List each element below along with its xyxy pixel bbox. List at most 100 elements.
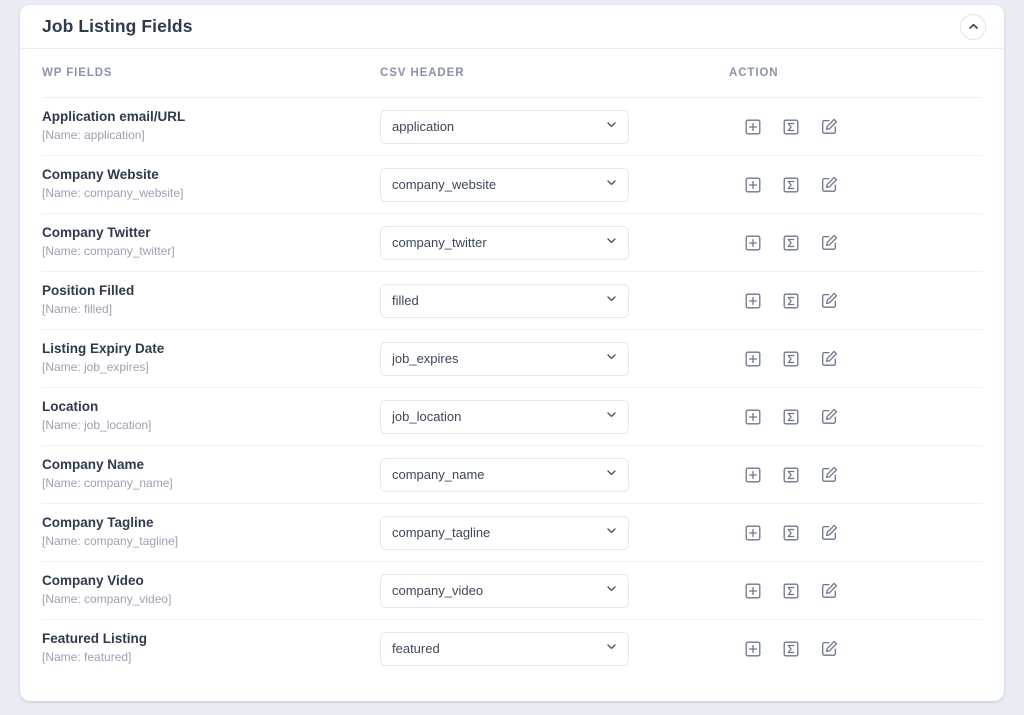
action-cell (729, 523, 982, 543)
chevron-down-icon (605, 640, 618, 658)
action-buttons (729, 581, 982, 601)
edit-button[interactable] (819, 581, 839, 601)
table-row: Company Website [Name: company_website] … (42, 156, 982, 214)
column-header-action: ACTION (729, 67, 982, 79)
sigma-square-icon (782, 176, 800, 194)
wp-field-label: Listing Expiry Date (42, 341, 380, 358)
csv-header-cell: job_expires (380, 342, 729, 376)
csv-header-cell: company_video (380, 574, 729, 608)
plus-square-icon (744, 466, 762, 484)
table-header-row: WP FIELDS CSV HEADER ACTION (42, 49, 982, 98)
add-field-button[interactable] (743, 581, 763, 601)
wp-field-cell: Featured Listing [Name: featured] (42, 631, 380, 665)
chevron-up-icon (967, 20, 980, 33)
add-field-button[interactable] (743, 465, 763, 485)
formula-button[interactable] (781, 581, 801, 601)
csv-header-cell: company_twitter (380, 226, 729, 260)
wp-field-label: Position Filled (42, 283, 380, 300)
csv-header-select[interactable]: company_twitter (380, 226, 629, 260)
add-field-button[interactable] (743, 407, 763, 427)
csv-header-select[interactable]: company_website (380, 168, 629, 202)
csv-header-cell: featured (380, 632, 729, 666)
csv-header-select[interactable]: company_video (380, 574, 629, 608)
table-row: Company Twitter [Name: company_twitter] … (42, 214, 982, 272)
formula-button[interactable] (781, 523, 801, 543)
wp-field-label: Company Tagline (42, 515, 380, 532)
csv-header-select[interactable]: application (380, 110, 629, 144)
wp-field-cell: Company Video [Name: company_video] (42, 573, 380, 607)
action-buttons (729, 291, 982, 311)
plus-square-icon (744, 176, 762, 194)
formula-button[interactable] (781, 233, 801, 253)
edit-button[interactable] (819, 175, 839, 195)
action-buttons (729, 523, 982, 543)
plus-square-icon (744, 118, 762, 136)
csv-header-cell: company_tagline (380, 516, 729, 550)
edit-button[interactable] (819, 291, 839, 311)
add-field-button[interactable] (743, 233, 763, 253)
edit-button[interactable] (819, 233, 839, 253)
edit-button[interactable] (819, 639, 839, 659)
wp-field-cell: Position Filled [Name: filled] (42, 283, 380, 317)
chevron-down-icon (605, 582, 618, 600)
chevron-down-icon (605, 118, 618, 136)
wp-field-label: Company Name (42, 457, 380, 474)
action-cell (729, 581, 982, 601)
formula-button[interactable] (781, 349, 801, 369)
csv-header-cell: company_website (380, 168, 729, 202)
wp-field-name: [Name: company_website] (42, 185, 380, 201)
add-field-button[interactable] (743, 523, 763, 543)
add-field-button[interactable] (743, 175, 763, 195)
formula-button[interactable] (781, 175, 801, 195)
table-body: Application email/URL [Name: application… (42, 98, 982, 677)
csv-header-select[interactable]: filled (380, 284, 629, 318)
formula-button[interactable] (781, 407, 801, 427)
action-buttons (729, 175, 982, 195)
csv-header-select-value: company_twitter (392, 235, 487, 250)
add-field-button[interactable] (743, 117, 763, 137)
pencil-square-icon (820, 175, 839, 194)
formula-button[interactable] (781, 291, 801, 311)
csv-header-select[interactable]: job_expires (380, 342, 629, 376)
formula-button[interactable] (781, 465, 801, 485)
sigma-square-icon (782, 582, 800, 600)
csv-header-select-value: featured (392, 641, 440, 656)
action-cell (729, 233, 982, 253)
pencil-square-icon (820, 465, 839, 484)
plus-square-icon (744, 234, 762, 252)
table-row: Company Name [Name: company_name] compan… (42, 446, 982, 504)
wp-field-label: Application email/URL (42, 109, 380, 126)
action-buttons (729, 639, 982, 659)
add-field-button[interactable] (743, 291, 763, 311)
edit-button[interactable] (819, 523, 839, 543)
edit-button[interactable] (819, 117, 839, 137)
plus-square-icon (744, 292, 762, 310)
collapse-toggle-button[interactable] (960, 14, 986, 40)
edit-button[interactable] (819, 465, 839, 485)
edit-button[interactable] (819, 349, 839, 369)
csv-header-cell: company_name (380, 458, 729, 492)
plus-square-icon (744, 350, 762, 368)
formula-button[interactable] (781, 639, 801, 659)
csv-header-select[interactable]: job_location (380, 400, 629, 434)
csv-header-select[interactable]: company_name (380, 458, 629, 492)
sigma-square-icon (782, 408, 800, 426)
edit-button[interactable] (819, 407, 839, 427)
table-row: Location [Name: job_location] job_locati… (42, 388, 982, 446)
csv-header-select-value: job_expires (392, 351, 459, 366)
csv-header-select[interactable]: featured (380, 632, 629, 666)
wp-field-cell: Application email/URL [Name: application… (42, 109, 380, 143)
formula-button[interactable] (781, 117, 801, 137)
wp-field-name: [Name: featured] (42, 649, 380, 665)
fields-table: WP FIELDS CSV HEADER ACTION Application … (20, 49, 1004, 677)
wp-field-label: Featured Listing (42, 631, 380, 648)
wp-field-cell: Location [Name: job_location] (42, 399, 380, 433)
wp-field-name: [Name: job_expires] (42, 359, 380, 375)
add-field-button[interactable] (743, 349, 763, 369)
wp-field-name: [Name: company_twitter] (42, 243, 380, 259)
csv-header-select[interactable]: company_tagline (380, 516, 629, 550)
add-field-button[interactable] (743, 639, 763, 659)
card-header: Job Listing Fields (20, 5, 1004, 49)
column-header-csv-header: CSV HEADER (380, 67, 729, 79)
action-cell (729, 349, 982, 369)
